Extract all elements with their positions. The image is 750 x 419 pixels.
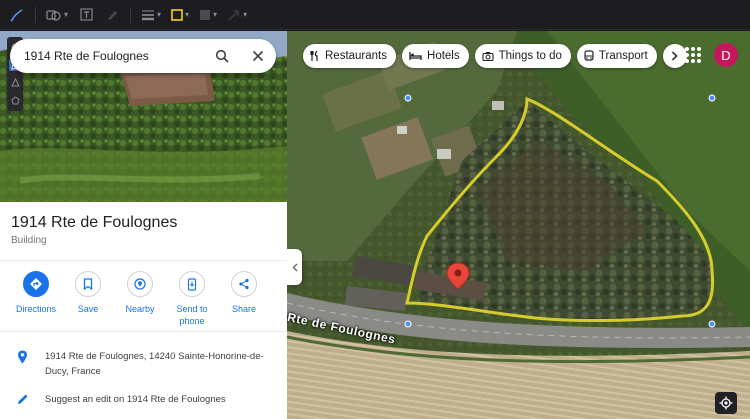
address-text: 1914 Rte de Foulognes, 14240 Sainte-Hono… xyxy=(45,351,264,377)
my-location-button[interactable] xyxy=(715,392,737,414)
chevron-down-icon: ▾ xyxy=(64,10,69,19)
divider xyxy=(0,331,287,332)
hotel-icon xyxy=(409,52,422,60)
account-avatar[interactable]: D xyxy=(714,43,738,67)
vertex-handle[interactable] xyxy=(708,320,716,328)
line-weight-tool-icon[interactable]: ▾ xyxy=(138,4,164,26)
collapse-panel-button[interactable] xyxy=(287,249,302,285)
place-title: 1914 Rte de Foulognes xyxy=(11,214,178,231)
fill-color-tool-icon[interactable]: ▾ xyxy=(168,4,192,26)
action-label: Save xyxy=(77,304,99,314)
opacity-tool-icon[interactable]: ▾ xyxy=(196,4,220,26)
search-icon xyxy=(215,49,229,63)
vertex-handle[interactable] xyxy=(708,94,716,102)
triangle-tool-icon[interactable] xyxy=(9,77,21,89)
action-label: Nearby xyxy=(125,304,155,314)
vertex-handle[interactable] xyxy=(404,94,412,102)
apps-grid-icon[interactable] xyxy=(685,47,701,63)
suggest-edit-row[interactable]: Suggest an edit on 1914 Rte de Foulognes xyxy=(0,392,287,407)
arrow-tool-icon[interactable]: ▾ xyxy=(224,4,250,26)
chip-label: Things to do xyxy=(498,50,562,62)
chevron-down-icon: ▾ xyxy=(243,10,248,19)
chip-label: Transport xyxy=(598,50,648,62)
action-label: Send to phone xyxy=(176,304,208,326)
divider xyxy=(0,260,287,261)
text-tool-icon[interactable] xyxy=(75,4,97,26)
pencil-icon xyxy=(17,394,27,404)
chevron-down-icon: ▾ xyxy=(185,10,190,19)
place-panel: 1914 Rte de Foulognes 1914 Rte de Foulog… xyxy=(0,31,287,419)
clear-search-button[interactable] xyxy=(240,39,276,73)
satellite-imagery xyxy=(287,31,750,419)
place-type: Building xyxy=(11,235,47,246)
chevron-down-icon: ▾ xyxy=(213,10,218,19)
close-icon xyxy=(252,50,264,62)
send-to-phone-button[interactable]: Send to phone xyxy=(166,271,218,327)
action-label: Share xyxy=(231,304,257,314)
location-pin-icon xyxy=(18,350,27,364)
chip-restaurants[interactable]: Restaurants xyxy=(303,44,397,68)
nearby-icon xyxy=(127,271,153,297)
bookmark-icon xyxy=(75,271,101,297)
search-button[interactable] xyxy=(204,39,240,73)
transit-icon xyxy=(584,50,594,61)
search-box[interactable]: 1914 Rte de Foulognes xyxy=(10,39,276,73)
pen-tool-icon[interactable] xyxy=(6,4,28,26)
directions-button[interactable]: Directions xyxy=(10,271,62,327)
highlighter-tool-icon[interactable] xyxy=(101,4,123,26)
search-input[interactable]: 1914 Rte de Foulognes xyxy=(24,49,204,63)
chevron-right-icon xyxy=(672,51,678,61)
toolbar-divider xyxy=(130,6,132,23)
chevron-left-icon xyxy=(292,263,297,271)
chip-label: Hotels xyxy=(427,50,460,62)
action-buttons: Directions Save Nearby Send to phone Sha… xyxy=(0,271,287,327)
app-window: ▾ ▾ ▾ ▾ ▾ Restaurants Hotels Things to d… xyxy=(0,0,750,419)
chip-transport[interactable]: Transport xyxy=(576,44,657,68)
directions-icon xyxy=(23,271,49,297)
chip-things-to-do[interactable]: Things to do xyxy=(474,44,571,68)
chevron-down-icon: ▾ xyxy=(157,10,162,19)
category-chips: Restaurants Hotels Things to do Transpor… xyxy=(303,44,687,68)
camera-icon xyxy=(482,52,494,61)
toolbar-divider xyxy=(35,6,36,23)
share-button[interactable]: Share xyxy=(218,271,270,327)
satellite-map[interactable]: Restaurants Hotels Things to do Transpor… xyxy=(287,31,750,419)
send-to-phone-icon xyxy=(179,271,205,297)
chip-label: Restaurants xyxy=(325,50,388,62)
pentagon-tool-icon[interactable] xyxy=(9,94,21,106)
nearby-button[interactable]: Nearby xyxy=(114,271,166,327)
address-row[interactable]: 1914 Rte de Foulognes, 14240 Sainte-Hono… xyxy=(0,349,287,379)
save-button[interactable]: Save xyxy=(62,271,114,327)
annotation-toolbar: ▾ ▾ ▾ ▾ ▾ xyxy=(0,0,750,30)
chips-scroll-right-button[interactable] xyxy=(662,44,687,68)
chip-hotels[interactable]: Hotels xyxy=(402,44,469,68)
suggest-edit-text: Suggest an edit on 1914 Rte de Foulognes xyxy=(45,394,226,405)
action-label: Directions xyxy=(15,304,56,314)
vertex-handle[interactable] xyxy=(404,320,412,328)
shape-tool-icon[interactable]: ▾ xyxy=(43,4,71,26)
my-location-icon xyxy=(719,396,733,410)
restaurant-icon xyxy=(310,50,318,61)
share-icon xyxy=(231,271,257,297)
